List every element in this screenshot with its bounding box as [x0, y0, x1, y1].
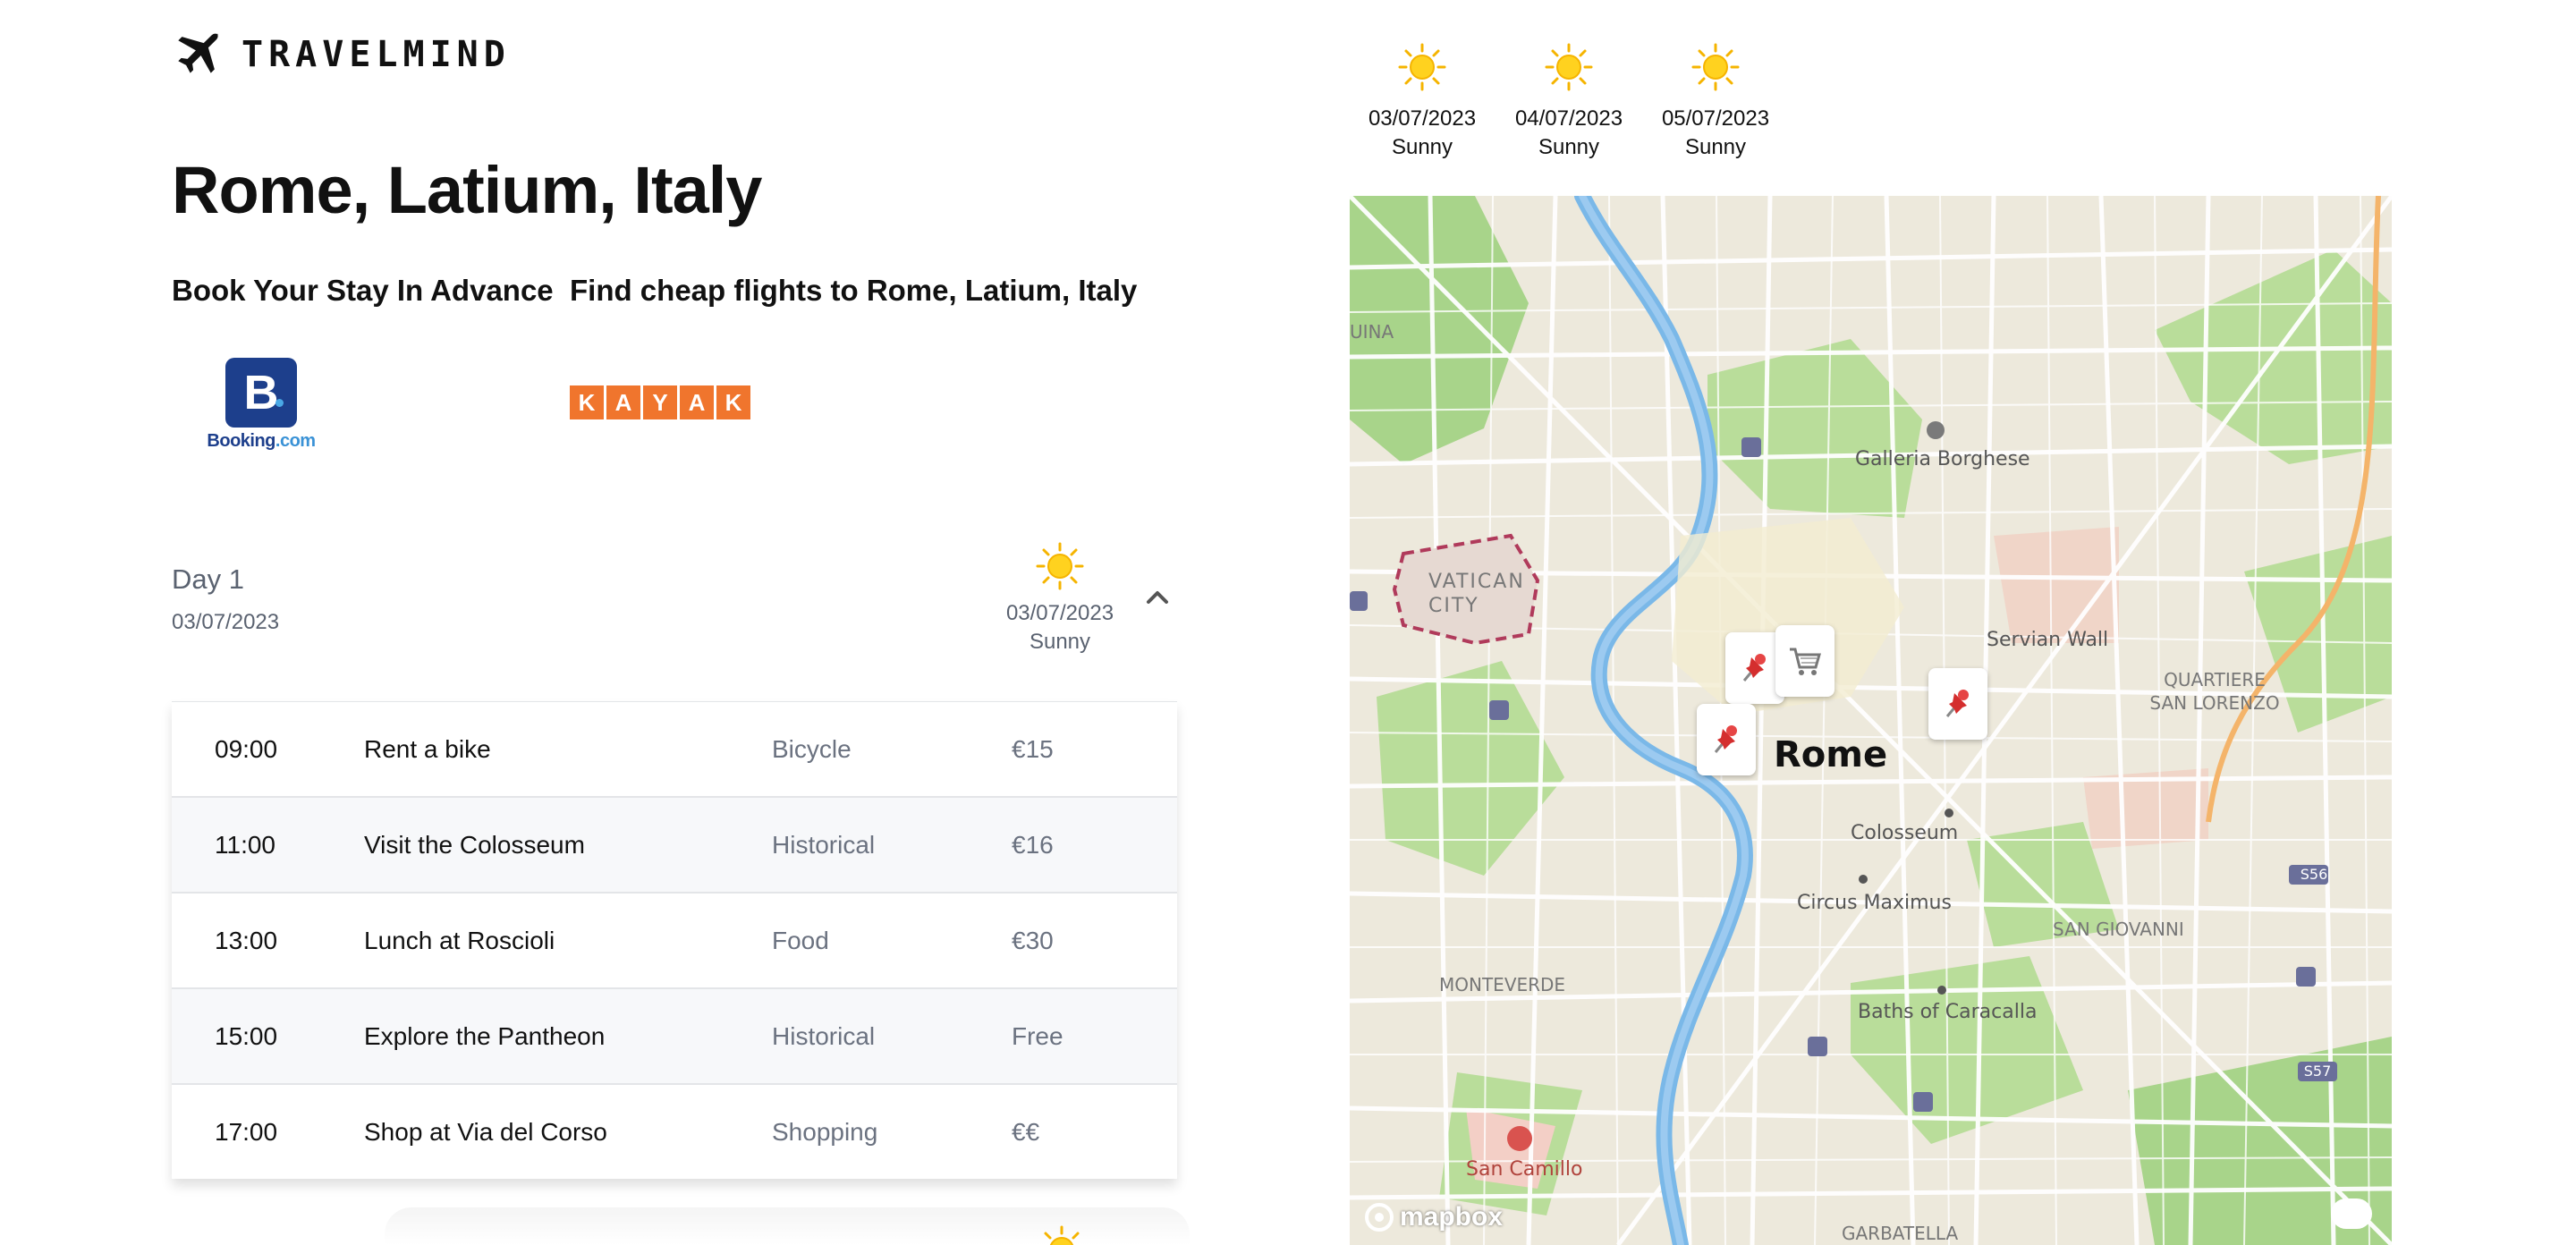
activity-price: €16	[1012, 830, 1054, 859]
map-label: S57	[2303, 1063, 2332, 1080]
map-label: Circus Maximus	[1797, 892, 1952, 914]
day-weather-condition: Sunny	[1029, 630, 1091, 654]
booking-logo-icon: B	[225, 358, 297, 428]
map-label: VATICAN CITY	[1428, 571, 1525, 617]
activity-time: 13:00	[215, 926, 278, 954]
table-row[interactable]: 11:00 Visit the Colosseum Historical €16	[172, 798, 1177, 894]
forecast-day: 05/07/2023 Sunny	[1648, 43, 1783, 162]
mapbox-logo-icon	[1365, 1203, 1394, 1232]
sun-icon	[1545, 43, 1593, 91]
kayak-letter: A	[680, 385, 714, 419]
activity-time: 17:00	[215, 1117, 278, 1146]
mapbox-attribution[interactable]: mapbox	[1364, 1202, 1503, 1232]
forecast-date: 05/07/2023	[1661, 106, 1770, 131]
kayak-letter: Y	[643, 385, 677, 419]
activity-price: €15	[1012, 734, 1054, 763]
sun-icon	[1044, 1225, 1080, 1245]
brand-name: TRAVELMIND	[242, 34, 511, 75]
forecast-condition: Sunny	[1684, 135, 1747, 159]
forecast-date: 03/07/2023	[1368, 106, 1477, 131]
table-row[interactable]: 13:00 Lunch at Roscioli Food €30	[172, 894, 1177, 989]
map-label: GARBATELLA	[1842, 1223, 1959, 1244]
day-weather-date: 03/07/2023	[1005, 601, 1114, 625]
activity-time: 09:00	[215, 734, 278, 763]
sun-icon	[1398, 43, 1446, 91]
forecast-condition: Sunny	[1391, 135, 1453, 159]
table-row[interactable]: 15:00 Explore the Pantheon Historical Fr…	[172, 989, 1177, 1085]
mapbox-attribution-text: mapbox	[1400, 1202, 1504, 1232]
forecast-condition: Sunny	[1538, 135, 1600, 159]
shopping-cart-icon	[1790, 648, 1821, 675]
kayak-letter: K	[570, 385, 604, 419]
forecast-day: 03/07/2023 Sunny	[1355, 43, 1489, 162]
kayak-letter: K	[716, 385, 750, 419]
day-title: Day 1	[172, 563, 244, 595]
map-marker[interactable]	[1928, 668, 1987, 740]
activity-price: €30	[1012, 926, 1054, 954]
forecast-day: 04/07/2023 Sunny	[1502, 43, 1636, 162]
activity-time: 11:00	[215, 830, 275, 859]
map-label: San Camillo	[1466, 1158, 1583, 1181]
booking-logo-text-main: Booking	[207, 431, 275, 451]
map-label: Servian Wall	[1987, 629, 2109, 651]
pushpin-icon	[1945, 690, 1969, 717]
airplane-icon	[178, 32, 219, 73]
activity-category: Bicycle	[772, 734, 852, 763]
brand-logo[interactable]: TRAVELMIND	[170, 27, 511, 82]
pushpin-icon	[1742, 654, 1766, 682]
activity-name: Lunch at Roscioli	[364, 926, 555, 954]
kayak-link[interactable]: K A Y A K	[570, 385, 750, 419]
activity-name: Rent a bike	[364, 734, 491, 763]
map-label: Baths of Caracalla	[1858, 1001, 2038, 1023]
day-date: 03/07/2023	[172, 610, 280, 634]
booking-link[interactable]: B Booking.com	[204, 358, 318, 452]
itinerary-table: 09:00 Rent a bike Bicycle €15 11:00 Visi…	[172, 701, 1177, 1179]
forecast-date: 04/07/2023	[1514, 106, 1623, 131]
table-row[interactable]: 09:00 Rent a bike Bicycle €15	[172, 702, 1177, 798]
map-label: UINA	[1350, 321, 1394, 343]
map[interactable]: Galleria Borghese VATICAN CITY UINA Serv…	[1350, 196, 2392, 1245]
activity-price: Free	[1012, 1021, 1063, 1050]
activity-category: Food	[772, 926, 829, 954]
activity-price: €€	[1012, 1117, 1040, 1146]
booking-logo-letter: B	[243, 366, 279, 419]
pushpin-icon	[1714, 725, 1737, 753]
sun-icon	[1036, 542, 1084, 590]
sun-icon	[1691, 43, 1740, 91]
kayak-letter: A	[606, 385, 640, 419]
map-info-toggle[interactable]	[2331, 1198, 2372, 1229]
flights-heading: Find cheap flights to Rome, Latium, Ital…	[570, 274, 1138, 307]
table-row[interactable]: 17:00 Shop at Via del Corso Shopping €€	[172, 1085, 1177, 1179]
map-label-city: Rome	[1774, 734, 1888, 775]
activity-time: 15:00	[215, 1021, 278, 1050]
map-label: Colosseum	[1851, 822, 1959, 844]
map-label: QUARTIERE SAN LORENZO	[2149, 669, 2280, 714]
booking-logo-text: Booking.com	[207, 431, 316, 452]
activity-category: Shopping	[772, 1117, 878, 1146]
activity-name: Explore the Pantheon	[364, 1021, 606, 1050]
activity-category: Historical	[772, 830, 876, 859]
day-weather: 03/07/2023 Sunny	[993, 542, 1127, 656]
map-label: MONTEVERDE	[1439, 974, 1566, 995]
map-marker[interactable]	[1775, 625, 1835, 697]
map-marker[interactable]	[1697, 704, 1756, 775]
activity-name: Visit the Colosseum	[364, 830, 585, 859]
page-title: Rome, Latium, Italy	[172, 153, 762, 227]
map-canvas	[1350, 196, 2392, 1245]
map-label: SAN GIOVANNI	[2053, 919, 2184, 940]
activity-name: Shop at Via del Corso	[364, 1117, 607, 1146]
booking-logo-text-suffix: .com	[275, 431, 316, 451]
map-label: S56	[2300, 866, 2328, 883]
booking-heading: Book Your Stay In Advance	[172, 274, 554, 307]
chevron-up-icon[interactable]	[1141, 583, 1174, 610]
map-label: Galleria Borghese	[1855, 448, 2030, 470]
activity-category: Historical	[772, 1021, 876, 1050]
